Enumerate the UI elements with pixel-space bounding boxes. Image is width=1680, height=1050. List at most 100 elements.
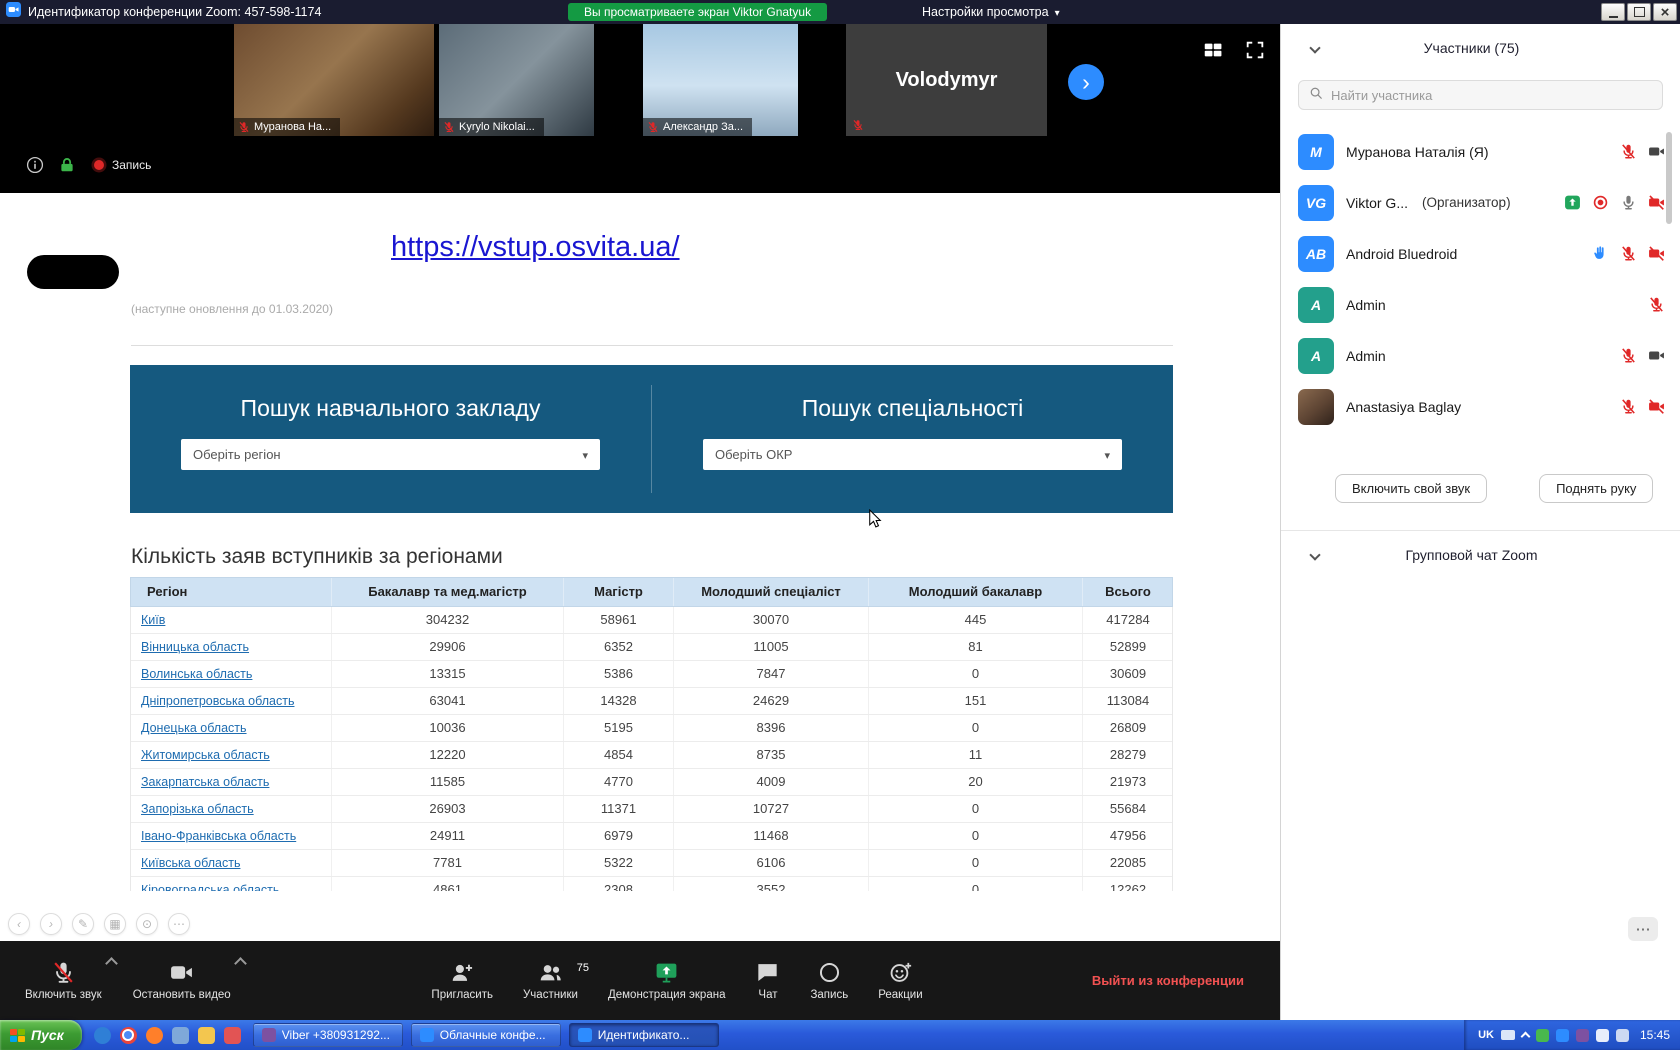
more-options-button[interactable] <box>1628 917 1658 941</box>
cell-vsogo: 26809 <box>1083 715 1173 741</box>
video-tile[interactable]: Kyrylo Nikolai... <box>439 24 594 136</box>
ie-icon[interactable] <box>94 1027 111 1044</box>
participants-label: Участники <box>523 989 578 1001</box>
cell-magistr: 5322 <box>564 850 674 876</box>
spotlight-icon[interactable]: ⊙ <box>136 913 158 935</box>
system-tray: UK 15:45 <box>1464 1020 1680 1050</box>
participants-title: Участники (75) <box>1281 40 1662 56</box>
region-link[interactable]: Закарпатська область <box>141 775 269 789</box>
region-link[interactable]: Кіровоградська область <box>141 883 279 891</box>
region-link[interactable]: Донецька область <box>141 721 247 735</box>
cell-vsogo: 417284 <box>1083 607 1173 633</box>
viber-tray-icon[interactable] <box>1576 1029 1589 1042</box>
hidden-icons-chevron[interactable] <box>1521 1032 1531 1042</box>
taskbar-task[interactable]: Облачные конфе... <box>411 1023 561 1047</box>
explorer-icon[interactable] <box>172 1027 189 1044</box>
clock[interactable]: 15:45 <box>1640 1028 1670 1042</box>
next-participants-button[interactable] <box>1068 64 1104 100</box>
muted-mic-icon <box>1620 143 1637 160</box>
unmute-button[interactable]: Включить звук <box>10 960 117 1001</box>
search-input[interactable] <box>1331 88 1652 103</box>
maximize-button[interactable] <box>1627 3 1651 21</box>
cell-magistr: 5386 <box>564 661 674 687</box>
taskbar-task[interactable]: Viber +380931292... <box>253 1023 403 1047</box>
close-button[interactable] <box>1653 3 1677 21</box>
folder-icon[interactable] <box>198 1027 215 1044</box>
participant-row[interactable]: Anastasiya Baglay <box>1281 381 1680 432</box>
region-link[interactable]: Волинська область <box>141 667 252 681</box>
participant-row[interactable]: М Муранова Наталія (Я) <box>1281 126 1680 177</box>
region-link[interactable]: Житомирська область <box>141 748 270 762</box>
start-button[interactable]: Пуск <box>0 1020 82 1050</box>
minimize-button[interactable] <box>1601 3 1625 21</box>
gallery-view-icon[interactable] <box>1202 39 1224 66</box>
region-select[interactable]: Оберіть регіон <box>181 439 600 470</box>
region-link[interactable]: Київська область <box>141 856 240 870</box>
taskbar-task[interactable]: Идентификато... <box>569 1023 719 1047</box>
participant-row[interactable]: A Admin <box>1281 279 1680 330</box>
cell-bakalavr: 4861 <box>332 877 564 891</box>
vstup-link[interactable]: https://vstup.osvita.ua/ <box>391 231 680 264</box>
cell-magistr: 4770 <box>564 769 674 795</box>
search-school-title: Пошук навчального закладу <box>241 395 541 422</box>
region-link[interactable]: Київ <box>141 613 165 627</box>
participant-row[interactable]: A Admin <box>1281 330 1680 381</box>
video-name-bar: Муранова На... <box>234 118 340 136</box>
share-screen-button[interactable]: Демонстрация экрана <box>593 960 741 1001</box>
participant-row[interactable]: AB Android Bluedroid <box>1281 228 1680 279</box>
table-row: Івано-Франківська область 24911 6979 114… <box>131 823 1172 850</box>
chevron-down-icon <box>1055 5 1060 19</box>
more-tools-icon[interactable]: ⋯ <box>168 913 190 935</box>
recording-label: Запись <box>112 158 151 172</box>
raise-hand-button[interactable]: Поднять руку <box>1539 474 1653 503</box>
region-link[interactable]: Івано-Франківська область <box>141 829 296 843</box>
okr-select[interactable]: Оберіть ОКР <box>703 439 1122 470</box>
network-icon[interactable] <box>1616 1029 1629 1042</box>
cell-mol-bakalavr: 0 <box>869 823 1083 849</box>
volume-icon[interactable] <box>1596 1029 1609 1042</box>
video-tile[interactable]: Александр За... <box>643 24 798 136</box>
record-button[interactable]: Запись <box>795 960 863 1001</box>
nav-back-icon[interactable]: ‹ <box>8 913 30 935</box>
chrome-icon[interactable] <box>120 1027 137 1044</box>
antivirus-shield-icon[interactable] <box>1536 1029 1549 1042</box>
reactions-button[interactable]: Реакции <box>863 960 937 1001</box>
participants-panel: Участники (75) М Муранова Наталія (Я) <box>1280 24 1680 1020</box>
grid-icon[interactable]: ▦ <box>104 913 126 935</box>
region-select-value: Оберіть регіон <box>193 447 281 462</box>
divider <box>131 345 1173 346</box>
zoom-tray-icon[interactable] <box>1556 1029 1569 1042</box>
keyboard-layout-icon[interactable] <box>1501 1030 1515 1040</box>
region-link[interactable]: Запорізька область <box>141 802 254 816</box>
region-link[interactable]: Вінницька область <box>141 640 249 654</box>
chat-button[interactable]: Чат <box>740 960 795 1001</box>
col-vsogo: Всього <box>1083 578 1173 606</box>
video-tile[interactable]: Муранова На... <box>234 24 434 136</box>
video-tile[interactable]: Volodymyr <box>846 24 1047 136</box>
stop-video-button[interactable]: Остановить видео <box>118 960 246 1001</box>
participant-search[interactable] <box>1298 80 1663 110</box>
info-icon[interactable] <box>26 156 44 174</box>
chevron-down-icon <box>1104 446 1110 464</box>
language-indicator[interactable]: UK <box>1478 1029 1494 1041</box>
draw-icon[interactable]: ✎ <box>72 913 94 935</box>
mail-icon[interactable] <box>224 1027 241 1044</box>
video-name-bar: Kyrylo Nikolai... <box>439 118 544 136</box>
muted-mic-icon <box>1620 347 1637 364</box>
nav-forward-icon[interactable]: › <box>40 913 62 935</box>
leave-meeting-button[interactable]: Выйти из конференции <box>1092 973 1244 988</box>
scrollbar[interactable] <box>1666 132 1672 224</box>
view-settings-button[interactable]: Настройки просмотра <box>922 0 1060 24</box>
unmute-self-button[interactable]: Включить свой звук <box>1335 474 1487 503</box>
cell-bakalavr: 13315 <box>332 661 564 687</box>
firefox-icon[interactable] <box>146 1027 163 1044</box>
invite-label: Пригласить <box>431 989 493 1001</box>
cell-vsogo: 12262 <box>1083 877 1173 891</box>
fullscreen-icon[interactable] <box>1244 39 1266 66</box>
screen: Идентификатор конференции Zoom: 457-598-… <box>0 0 1680 1050</box>
invite-button[interactable]: Пригласить <box>416 960 508 1001</box>
region-link[interactable]: Дніпропетровська область <box>141 694 294 708</box>
start-label: Пуск <box>31 1027 64 1043</box>
participant-row[interactable]: VG Viktor G... (Организатор) <box>1281 177 1680 228</box>
participants-button[interactable]: 75 Участники <box>508 960 593 1001</box>
